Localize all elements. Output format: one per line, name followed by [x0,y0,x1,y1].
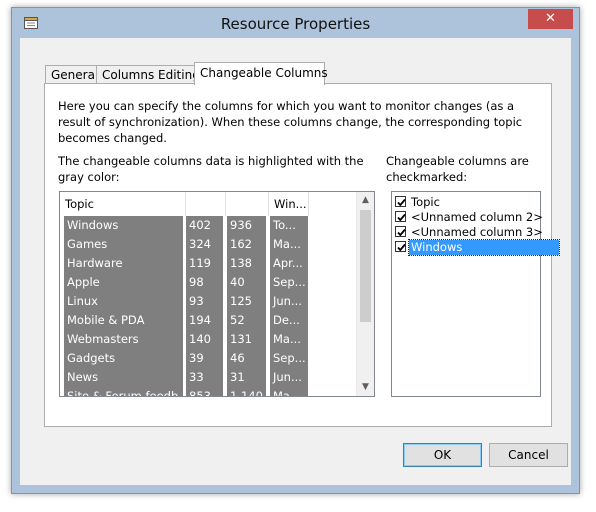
ok-button[interactable]: OK [403,443,482,467]
table-row[interactable]: Games 324 162 Ma... [60,235,358,254]
title-bar[interactable]: Resource Properties ✕ [12,8,579,38]
description-text: Here you can specify the columns for whi… [58,99,523,145]
table-cell: 39 [186,349,223,368]
table-row[interactable]: Windows 402 936 To... [60,216,358,235]
table-cell: De... [270,311,308,330]
table-cell: Ma... [270,235,308,254]
table-cell: Gadgets [64,349,183,368]
table-cell: 131 [227,330,266,349]
table-cell: 125 [227,292,266,311]
table-cell: Ma... [270,330,308,349]
table-cell: 46 [227,349,266,368]
table-cell: Apple [64,273,183,292]
table-cell: Windows [64,216,183,235]
table-cell: Games [64,235,183,254]
table-row[interactable]: Site & Forum feedb 853 1 140 Ma... [60,387,358,396]
table-cell: 31 [227,368,266,387]
checkbox[interactable] [395,226,406,237]
table-row[interactable]: Apple 98 40 Sep... [60,273,358,292]
table-cell: 40 [227,273,266,292]
grid-label: The changeable columns data is highlight… [58,154,364,184]
checklist-item-label: <Unnamed column 2> [411,210,543,224]
table-cell: News [64,368,183,387]
table-cell: Jun... [270,368,308,387]
table-cell: Sep... [270,273,308,292]
tab-general[interactable]: General [45,65,98,84]
table-cell: 33 [186,368,223,387]
table-cell: Linux [64,292,183,311]
table-cell: 162 [227,235,266,254]
table-cell: 402 [186,216,223,235]
table-cell: Apr... [270,254,308,273]
checklist-item-label: Topic [411,195,440,209]
table-cell: 98 [186,273,223,292]
table-cell: Mobile & PDA [64,311,183,330]
close-button[interactable]: ✕ [528,9,573,29]
table-cell: Hardware [64,254,183,273]
table-row[interactable]: Webmasters 140 131 Ma... [60,330,358,349]
table-row[interactable]: News 33 31 Jun... [60,368,358,387]
checkbox[interactable] [395,196,406,207]
table-cell: Sep... [270,349,308,368]
checklist-item[interactable]: Topic [395,195,540,210]
changeable-columns-checklist[interactable]: Topic <Unnamed column 2> <Unnamed column 3… [391,191,560,397]
table-cell: To... [270,216,308,235]
column-header-topic[interactable]: Topic [60,192,186,216]
grid-header: Topic Win... [60,192,358,216]
table-cell: 140 [186,330,223,349]
data-grid[interactable]: Topic Win... Windows 402 936 To... Games 324 1… [59,191,375,397]
scroll-down-icon[interactable]: ▼ [357,379,374,396]
table-cell: 93 [186,292,223,311]
table-cell: 324 [186,235,223,254]
tab-panel: Here you can specify the columns for whi… [44,83,560,427]
scroll-thumb[interactable] [360,210,371,322]
table-cell: 119 [186,254,223,273]
tab-changeable-columns[interactable]: Changeable Columns [194,62,328,85]
checklist-item[interactable]: <Unnamed column 2> [395,210,543,225]
checklist-item-label: Windows [408,239,560,256]
table-cell: Webmasters [64,330,183,349]
tab-columns-editing[interactable]: Columns Editing [96,65,200,84]
table-cell: Jun... [270,292,308,311]
cancel-button[interactable]: Cancel [489,443,568,467]
dialog-window: Resource Properties ✕ General Columns Ed… [11,7,580,494]
checklist-item-label: <Unnamed column 3> [411,225,543,239]
checkbox[interactable] [395,241,406,252]
window-title: Resource Properties [220,15,371,33]
checkbox[interactable] [395,211,406,222]
table-cell: Ma... [270,387,308,396]
table-cell: 853 [186,387,223,396]
grid-body: Windows 402 936 To... Games 324 162 Ma... Hardwa… [60,216,358,396]
scroll-up-icon[interactable]: ▲ [357,192,374,209]
table-cell: 138 [227,254,266,273]
column-header-windows[interactable]: Win... [269,192,309,216]
table-cell: 194 [186,311,223,330]
table-cell: 52 [227,311,266,330]
dialog-client-area: General Columns Editing Changeable Colum… [20,38,571,485]
table-row[interactable]: Gadgets 39 46 Sep... [60,349,358,368]
column-header-3[interactable] [226,192,269,216]
checklist-label: Changeable columns are checkmarked: [386,154,529,184]
table-row[interactable]: Linux 93 125 Jun... [60,292,358,311]
table-row[interactable]: Mobile & PDA 194 52 De... [60,311,358,330]
table-cell: Site & Forum feedb [64,387,183,396]
table-cell: 936 [227,216,266,235]
table-row[interactable]: Hardware 119 138 Apr... [60,254,358,273]
vertical-scrollbar[interactable]: ▲ ▼ [356,192,374,396]
column-header-2[interactable] [186,192,226,216]
table-cell: 1 140 [227,387,266,396]
checklist-item[interactable]: Windows [395,239,560,256]
checklist-item[interactable]: <Unnamed column 3> [395,225,543,240]
